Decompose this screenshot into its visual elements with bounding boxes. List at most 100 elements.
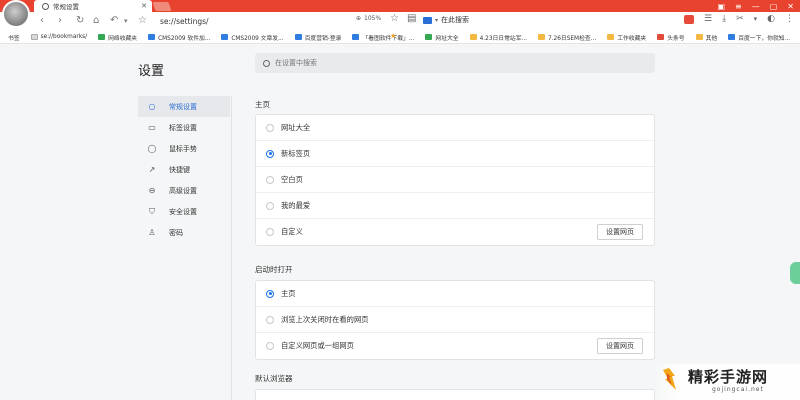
close-window-icon[interactable]: ✕	[787, 2, 794, 11]
sidebar-item-label: 快捷键	[169, 165, 190, 174]
side-widget[interactable]	[790, 262, 800, 284]
bookmark-item[interactable]: 百度一下，你就知...	[728, 33, 790, 42]
radio-button[interactable]	[266, 228, 274, 236]
blue-icon	[221, 34, 229, 40]
watermark-subtext: gojingcai.net	[712, 386, 764, 393]
radio-option[interactable]: 网址大全	[256, 115, 654, 141]
settings-search[interactable]	[255, 53, 655, 73]
bookmark-item[interactable]: 7.26日SEM检查...	[538, 33, 596, 42]
radio-option[interactable]: 新标签页	[256, 141, 654, 167]
back-icon[interactable]: ‹	[40, 15, 44, 26]
bookmarks-bar: ★ 书签 se://bookmarks/网络收藏夹 CMS2009 软件加... CMS…	[0, 31, 800, 44]
undo-icon[interactable]: ↶	[110, 15, 118, 26]
download-icon[interactable]: ⤓	[722, 14, 726, 24]
red-icon	[657, 34, 665, 40]
new-tab-button[interactable]	[152, 2, 172, 11]
chevron-icon[interactable]: ▾	[754, 15, 758, 23]
favorite-star-icon[interactable]: ☆	[390, 13, 399, 24]
home-icon[interactable]: ⌂	[93, 15, 99, 26]
bookmark-item[interactable]: se://bookmarks/	[30, 34, 88, 40]
address-bar[interactable]: se://settings/	[154, 14, 689, 29]
radio-option[interactable]: 自定义网页或一组网页 设置网页	[256, 333, 654, 359]
bookmark-item[interactable]: 「看图软件下载」...	[352, 33, 414, 42]
bookmark-add-icon[interactable]: ☆	[138, 15, 147, 26]
radio-button[interactable]	[266, 175, 274, 184]
bookmark-item[interactable]: 4.23日日常站军...	[469, 33, 527, 42]
gear-icon	[42, 2, 49, 10]
radio-label: 浏览上次关闭时在看的网页	[281, 314, 369, 324]
radio-label: 主页	[281, 288, 296, 298]
sidebar-item-label: 安全设置	[169, 207, 197, 216]
radio-button[interactable]	[266, 149, 274, 158]
bookmark-label: 「看图软件下载」...	[362, 35, 415, 42]
radio-button[interactable]	[266, 123, 274, 132]
radio-label: 新标签页	[281, 148, 311, 158]
startup-section-title: 启动时打开	[255, 265, 293, 274]
set-pages-button[interactable]: 设置网页	[597, 224, 643, 240]
bookmark-item[interactable]: 百度营销-登录	[294, 33, 341, 42]
radio-option[interactable]: 空白页	[256, 167, 654, 193]
bookmark-label: 百度一下，你就知...	[738, 35, 791, 42]
bookmark-item[interactable]: 其他	[695, 33, 717, 42]
blue-icon	[728, 34, 736, 40]
app-menu-icon[interactable]: ▣	[717, 2, 725, 11]
sidebar-item[interactable]: ♙ 密码	[138, 222, 230, 243]
refresh-icon[interactable]: ↻	[76, 15, 84, 26]
forward-icon[interactable]: ›	[58, 15, 62, 26]
zoom-indicator[interactable]: ⊕ 105%	[356, 15, 381, 22]
sidebar-item[interactable]: ▭ 标签设置	[138, 117, 230, 138]
search-box[interactable]: ▾ 在此搜索	[423, 15, 469, 25]
default-browser-section-title: 默认浏览器	[255, 374, 293, 383]
close-icon[interactable]: ✕	[141, 2, 147, 10]
tab-settings[interactable]: 常规设置 ✕	[34, 0, 152, 12]
radio-label: 自定义网页或一组网页	[281, 341, 354, 350]
folder-icon	[538, 34, 546, 40]
sidebar-item[interactable]: ↗ 快捷键	[138, 159, 230, 180]
chevron-down-icon[interactable]: ▾	[124, 17, 128, 25]
bookmark-item[interactable]: ★ 书签	[8, 32, 396, 42]
sidebar-item-label: 密码	[169, 228, 183, 237]
sidebar-item[interactable]: ○ 常规设置	[138, 96, 230, 117]
extension-icon[interactable]	[684, 14, 695, 24]
avatar[interactable]	[2, 0, 30, 28]
radio-button[interactable]	[266, 201, 274, 210]
bookmark-item[interactable]: 网络收藏夹	[98, 33, 137, 42]
radio-button[interactable]	[266, 289, 274, 298]
bookmark-label: CMS2009 软件加...	[158, 35, 211, 42]
more-icon[interactable]: ⋮	[785, 14, 794, 24]
minimize-icon[interactable]: —	[752, 2, 760, 11]
sidebar-item[interactable]: ⛉ 安全设置	[138, 201, 230, 222]
set-pages-button[interactable]: 设置网页	[597, 338, 643, 354]
sidebar-item[interactable]: ◯ 鼠标手势	[138, 138, 230, 159]
bookmark-label: se://bookmarks/	[40, 34, 88, 40]
bookmark-item[interactable]: 网址大全	[425, 33, 459, 42]
title-bar: 常规设置 ✕ ▣ ≡ — ▢ ✕	[0, 0, 800, 12]
theme-icon[interactable]: ◐	[767, 14, 775, 24]
maximize-icon[interactable]: ▢	[770, 2, 778, 11]
bookmark-label: 7.26日SEM检查...	[548, 35, 597, 42]
sidebar-icon: ↗	[148, 165, 156, 174]
cut-icon[interactable]: ✂	[736, 14, 744, 24]
search-input[interactable]	[275, 59, 635, 67]
radio-option[interactable]: 浏览上次关闭时在看的网页	[256, 307, 654, 333]
star-icon: ★	[390, 32, 397, 40]
radio-option[interactable]: 我的最爱	[256, 193, 654, 219]
toolbar-right: ☰ ⤓ ✂ ▾ ◐ ⋮	[684, 14, 794, 24]
folder-icon	[469, 34, 477, 40]
radio-button[interactable]	[266, 315, 274, 324]
collections-icon[interactable]: ▤	[407, 13, 416, 24]
menu-icon[interactable]: ≡	[735, 2, 742, 11]
blue-icon	[352, 34, 360, 40]
folder-icon	[695, 34, 703, 40]
menu-icon-2[interactable]: ☰	[704, 14, 712, 24]
bookmark-item[interactable]: 工作收藏夹	[607, 33, 646, 42]
sidebar-item[interactable]: ⊖ 高级设置	[138, 180, 230, 201]
radio-option[interactable]: 自定义 设置网页	[256, 219, 654, 245]
radio-option[interactable]: 主页	[256, 281, 654, 307]
bookmark-item[interactable]: CMS2009 软件加...	[148, 33, 210, 42]
toolbar: ‹ › ↻ ⌂ ↶ ▾ ☆ se://settings/ ⊕ 105% ☆ ▤ …	[0, 12, 800, 31]
bookmark-item[interactable]: CMS2009 文章发...	[221, 33, 284, 42]
bookmark-item[interactable]: 头条号	[657, 33, 685, 42]
homepage-card: 网址大全新标签页空白页 我的最爱 自定义 设置网页	[255, 114, 655, 246]
radio-button[interactable]	[266, 342, 274, 350]
